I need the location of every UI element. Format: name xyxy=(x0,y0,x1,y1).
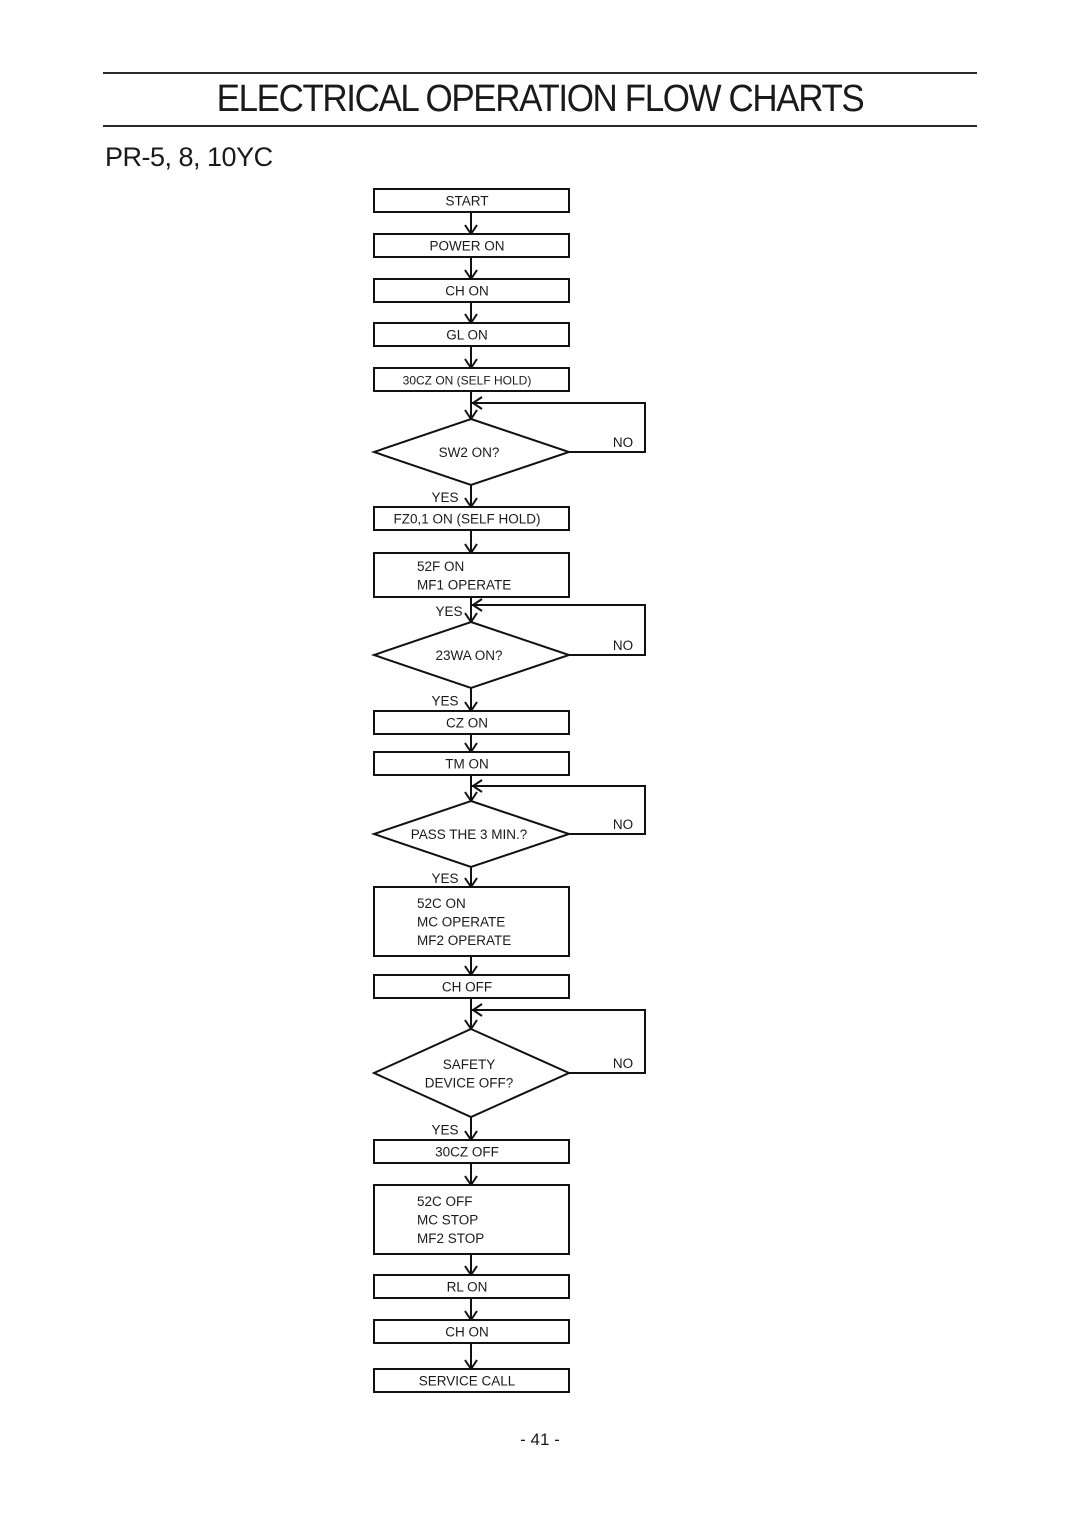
process-label-ch-on: CH ON xyxy=(445,284,489,299)
process-label-52c-on: 52C ON xyxy=(417,896,466,911)
decision-diamond-safety-off xyxy=(371,1027,572,1119)
process-label-ch-off: CH OFF xyxy=(442,980,492,995)
no-label-sw2-on: NO xyxy=(613,435,633,450)
process-label-52c-off: 52C OFF xyxy=(417,1194,473,1209)
decision-label-sw2-on: SW2 ON? xyxy=(439,445,500,460)
page-number: - 41 - xyxy=(520,1430,560,1449)
process-label-cz-on: CZ ON xyxy=(446,716,488,731)
yes-label-safety-off: YES xyxy=(431,1123,458,1138)
process-label-52c-off: MC STOP xyxy=(417,1213,478,1228)
process-label-start: START xyxy=(445,194,488,209)
process-label-30cz-on: 30CZ ON (SELF HOLD) xyxy=(403,374,532,388)
yes-label-sw2-on: YES xyxy=(431,490,458,505)
process-label-30cz-off: 30CZ OFF xyxy=(435,1145,499,1160)
flowchart: START POWER ON CH ON GL ON 30CZ ON (SELF HOL… xyxy=(370,188,646,1393)
yes-in-label-23wa-on: YES xyxy=(435,604,462,619)
decision-label-safety-off: DEVICE OFF? xyxy=(425,1075,514,1090)
process-label-tm-on: TM ON xyxy=(445,757,489,772)
no-label-23wa-on: NO xyxy=(613,638,633,653)
process-label-52c-on: MC OPERATE xyxy=(417,915,505,930)
no-label-pass-3min: NO xyxy=(613,817,633,832)
decision-label-23wa-on: 23WA ON? xyxy=(435,648,502,663)
process-label-power-on: POWER ON xyxy=(429,239,504,254)
decision-label-safety-off: SAFETY xyxy=(443,1057,496,1072)
yes-label-23wa-on: YES xyxy=(431,694,458,709)
yes-label-pass-3min: YES xyxy=(431,871,458,886)
process-label-52c-off: MF2 STOP xyxy=(417,1231,484,1246)
process-label-service-call: SERVICE CALL xyxy=(419,1374,516,1389)
process-label-gl-on: GL ON xyxy=(446,328,488,343)
no-label-safety-off: NO xyxy=(613,1056,633,1071)
decision-label-pass-3min: PASS THE 3 MIN.? xyxy=(411,827,528,842)
process-label-52c-on: MF2 OPERATE xyxy=(417,933,511,948)
process-label-52f-on: 52F ON xyxy=(417,559,464,574)
process-label-rl-on: RL ON xyxy=(447,1280,488,1295)
process-label-fz01-on: FZ0,1 ON (SELF HOLD) xyxy=(393,512,540,527)
process-label-ch-on-2: CH ON xyxy=(445,1325,489,1340)
process-label-52f-on: MF1 OPERATE xyxy=(417,577,511,592)
